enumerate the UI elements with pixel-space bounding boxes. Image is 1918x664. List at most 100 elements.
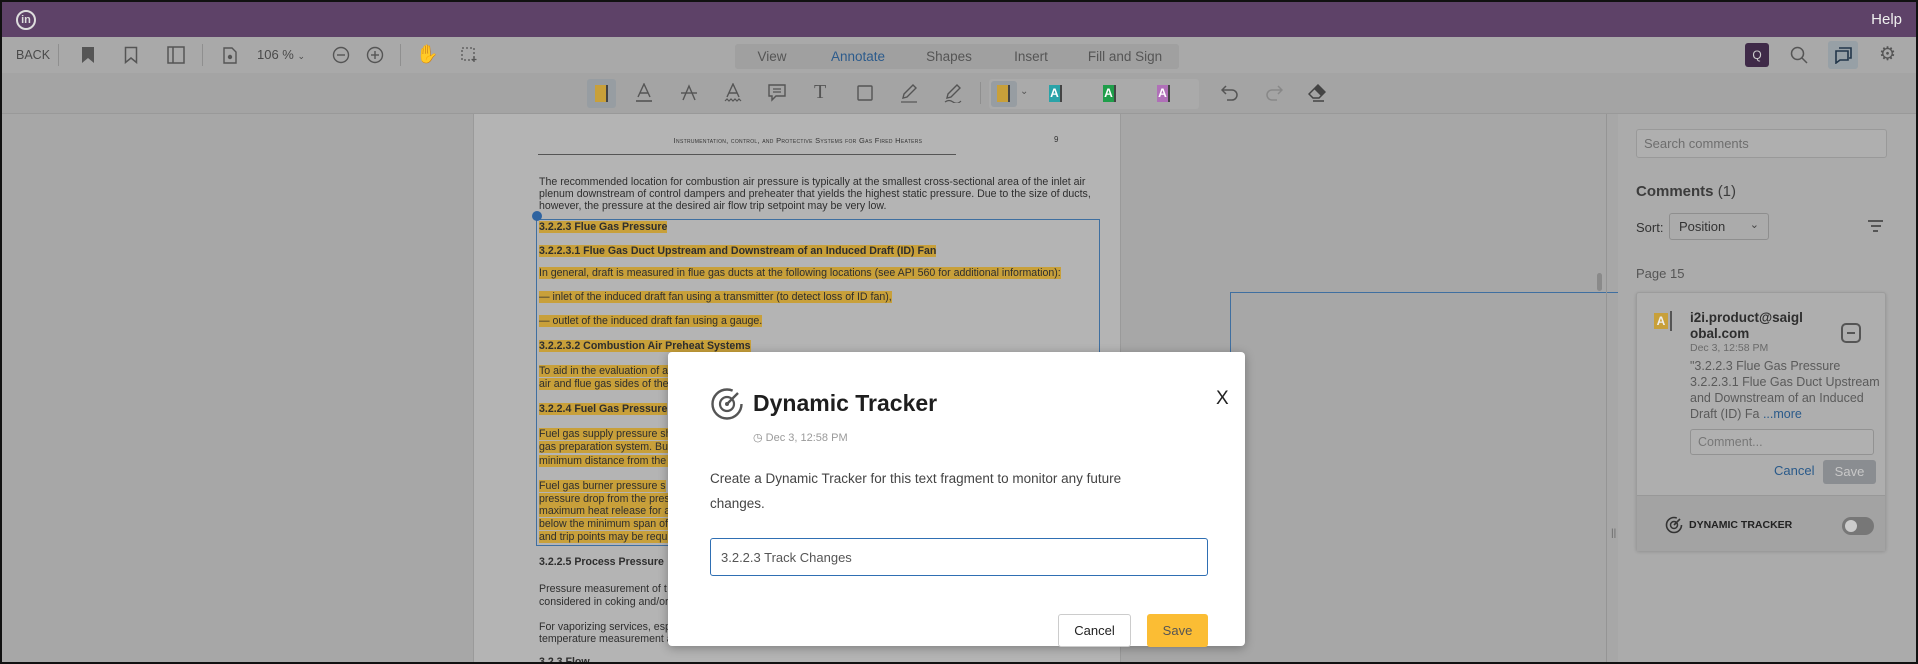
tab-annotate[interactable]: Annotate [831,49,885,64]
dynamic-tracker-dialog: Dynamic Tracker X ◷ Dec 3, 12:58 PM Crea… [668,352,1245,647]
highlight-color-yellow[interactable] [991,81,1017,107]
tab-insert[interactable]: Insert [1014,49,1048,64]
highlight-color-purple[interactable]: A [1157,85,1170,102]
dialog-date: ◷ Dec 3, 12:58 PM [753,431,848,444]
comment-cancel-button[interactable]: Cancel [1774,463,1814,478]
tab-fill-and-sign[interactable]: Fill and Sign [1088,49,1162,64]
dynamic-tracker-label: DYNAMIC TRACKER [1689,519,1793,531]
text-icon[interactable]: T [814,82,826,102]
resize-handle[interactable]: || [1611,528,1616,539]
dynamic-tracker-icon [711,388,743,420]
highlight-annotation-icon: A [1654,313,1668,329]
underline-icon[interactable] [635,83,653,103]
line-text: however, the pressure at the desired air… [539,200,887,212]
cancel-button[interactable]: Cancel [1058,614,1131,647]
document-settings-icon[interactable] [223,47,237,64]
undo-icon[interactable] [1221,85,1239,101]
zoom-out-icon[interactable] [332,46,350,64]
dynamic-tracker-footer: DYNAMIC TRACKER [1637,495,1885,551]
document-line: temperature measurement a [539,633,673,645]
comment-card[interactable]: A i2i.product@saiglobal.com Dec 3, 12:58… [1636,292,1886,551]
zoom-level-select[interactable]: 106 % ⌄ [257,47,305,62]
document-line: The recommended location for combustion … [539,176,1085,188]
document-line: plenum downstream of control dampers and… [539,188,1091,200]
dialog-description: Create a Dynamic Tracker for this text f… [710,471,1122,511]
sort-value: Position [1679,219,1726,234]
highlight-color-green[interactable]: A [1103,85,1116,102]
chevron-down-icon: ⌄ [297,51,306,61]
help-link[interactable]: Help [1871,11,1902,28]
line-text: temperature measurement a [539,633,673,645]
header-rule [538,154,956,155]
dialog-date-text: Dec 3, 12:58 PM [765,432,848,444]
chevron-down-icon: ⌄ [1749,219,1759,231]
filter-icon[interactable] [1868,220,1883,235]
selection-handle[interactable] [532,211,542,221]
page-number: 9 [1054,135,1059,144]
mode-tabs: View Annotate Shapes Insert Fill and Sig… [735,44,1179,69]
collapse-icon[interactable] [1841,323,1861,343]
note-icon[interactable] [768,84,786,102]
cursor-bar [1670,311,1672,331]
zoom-in-icon[interactable] [366,46,384,64]
chevron-down-icon[interactable]: ⌄ [1020,86,1028,97]
highlight-color-teal[interactable]: A [1049,85,1062,102]
comments-toggle-button[interactable] [1828,41,1858,69]
scrollbar-thumb[interactable] [1597,273,1602,291]
tracker-name-input[interactable] [710,538,1208,576]
comment-input[interactable]: Comment... [1690,429,1874,455]
comments-panel: Search comments Comments (1) Sort: Posit… [1618,114,1916,662]
side-panel-icon[interactable] [167,46,185,64]
new-comment-search-icon[interactable]: Q [1745,43,1769,67]
marquee-select-icon[interactable] [461,47,477,63]
rectangle-icon[interactable] [857,85,873,101]
tab-shapes[interactable]: Shapes [926,49,972,64]
logo[interactable]: in [16,10,36,30]
search-icon[interactable] [1790,46,1808,64]
comments-count: (1) [1717,183,1737,200]
zoom-level: 106 % [257,47,294,62]
dynamic-tracker-icon [1665,516,1683,534]
document-line: For vaporizing services, esp [539,621,671,633]
bookmark-outline-icon[interactable] [124,46,138,64]
divider [202,44,203,66]
comments-title: Comments (1) [1636,183,1736,200]
eraser-icon[interactable] [1308,84,1326,102]
line-text: 3.2.3 Flow [539,656,590,662]
document-line: Pressure measurement of t [539,583,667,595]
search-comments-input[interactable]: Search comments [1636,129,1887,158]
line-text: 3.2.2.5 Process Pressure [539,556,664,568]
comment-save-button[interactable]: Save [1823,460,1876,484]
divider [58,44,59,66]
sort-select[interactable]: Position ⌄ [1669,213,1769,240]
strikeout-icon[interactable] [680,83,698,103]
line-text: considered in coking and/or [539,596,669,608]
dynamic-tracker-toggle[interactable] [1842,517,1874,535]
app-window: in Help BACK 106 % ⌄ ✋ View Annotate Sha… [2,2,1916,662]
redo-icon[interactable] [1265,85,1283,101]
line-text: plenum downstream of control dampers and… [539,188,1091,200]
line-text: Pressure measurement of t [539,583,667,595]
close-button[interactable]: X [1216,388,1229,410]
signature-icon[interactable] [944,83,962,103]
document-line: 3.2.3 Flow [539,656,590,662]
tab-view[interactable]: View [757,49,786,64]
dialog-title: Dynamic Tracker [753,390,938,416]
squiggly-icon[interactable] [724,83,742,103]
bookmark-filled-icon[interactable] [81,46,95,64]
divider [400,44,401,66]
more-link[interactable]: ...more [1763,407,1802,421]
comments-icon [1835,47,1852,64]
highlight-tool-button[interactable] [587,79,616,108]
page-group-label: Page 15 [1636,266,1685,281]
sort-label: Sort: [1636,220,1664,235]
document-line: 3.2.2.5 Process Pressure [539,556,664,568]
main-toolbar: BACK 106 % ⌄ ✋ View Annotate Shapes Inse… [2,37,1916,73]
save-button[interactable]: Save [1147,614,1208,647]
hand-icon[interactable]: ✋ [416,45,438,63]
top-bar: in Help [2,2,1916,37]
pen-icon[interactable] [900,83,918,103]
gear-icon[interactable]: ⚙ [1879,45,1896,64]
comment-author: i2i.product@saiglobal.com [1690,310,1803,341]
back-button[interactable]: BACK [16,48,50,62]
